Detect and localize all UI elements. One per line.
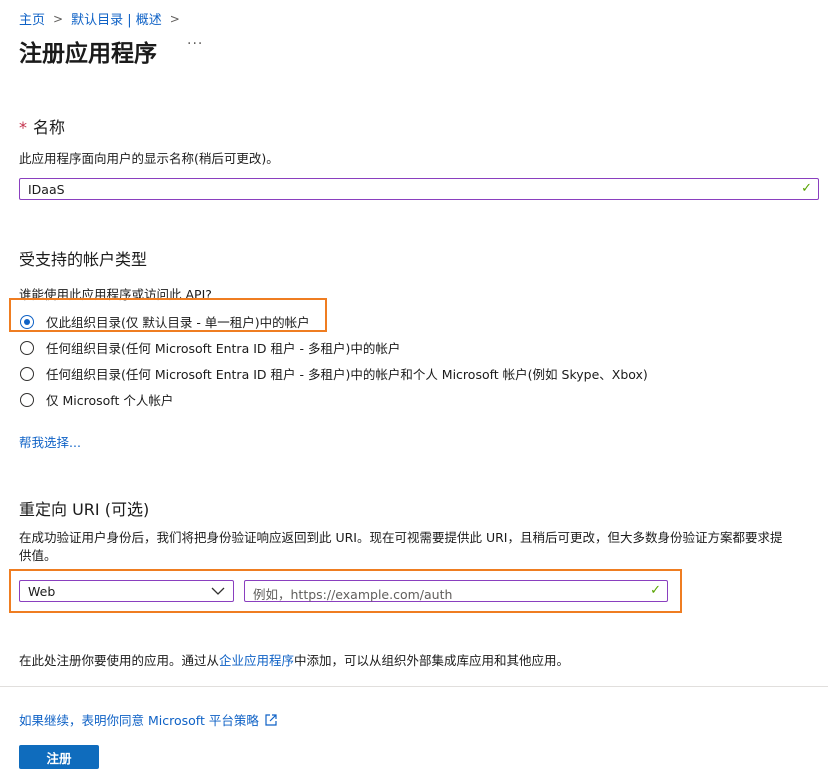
radio-label: 仅此组织目录(仅 默认目录 - 单一租户)中的帐户 (46, 315, 310, 330)
help-me-choose-link[interactable]: 帮我选择... (19, 432, 81, 451)
radio-label: 任何组织目录(任何 Microsoft Entra ID 租户 - 多租户)中的… (46, 367, 648, 382)
radio-option-multi-tenant[interactable]: 任何组织目录(任何 Microsoft Entra ID 租户 - 多租户)中的… (20, 338, 400, 357)
divider (0, 686, 828, 687)
enterprise-apps-link[interactable]: 企业应用程序 (219, 653, 294, 668)
checkmark-icon: ✓ (650, 583, 661, 598)
redirect-uri-heading: 重定向 URI (可选) (19, 500, 150, 519)
register-button[interactable]: 注册 (19, 745, 99, 769)
radio-option-personal-only[interactable]: 仅 Microsoft 个人帐户 (20, 390, 173, 409)
name-input-value: IDaaS (28, 182, 65, 197)
chevron-right-icon: > (169, 11, 180, 26)
radio-option-multi-tenant-personal[interactable]: 任何组织目录(任何 Microsoft Entra ID 租户 - 多租户)中的… (20, 364, 648, 383)
redirect-uri-placeholder: 例如，https://example.com/auth (253, 587, 453, 602)
chevron-right-icon: > (53, 11, 64, 26)
radio-button[interactable] (20, 392, 34, 407)
radio-label: 仅 Microsoft 个人帐户 (46, 393, 174, 408)
more-options-button[interactable]: ··· (187, 36, 203, 52)
radio-button[interactable] (20, 366, 34, 381)
name-input[interactable]: IDaaS ✓ (19, 178, 819, 200)
chevron-down-icon (211, 587, 225, 595)
radio-button[interactable] (20, 340, 34, 355)
account-types-heading: 受支持的帐户类型 (19, 250, 148, 269)
breadcrumb-directory-link[interactable]: 默认目录 | 概述 (71, 9, 162, 28)
breadcrumb: 主页 > 默认目录 | 概述 > (19, 9, 188, 29)
policy-link-row: 如果继续，表明你同意 Microsoft 平台策略 (19, 710, 278, 729)
radio-button-checked[interactable] (20, 314, 34, 329)
redirect-uri-description: 在成功验证用户身份后，我们将把身份验证响应返回到此 URI。现在可视需要提供此 … (19, 529, 819, 565)
name-heading: * 名称 (19, 114, 65, 138)
platform-select-value: Web (28, 584, 56, 599)
platform-select[interactable]: Web (19, 580, 234, 602)
radio-option-single-tenant[interactable]: 仅此组织目录(仅 默认目录 - 单一租户)中的帐户 (20, 312, 310, 331)
redirect-uri-input[interactable]: 例如，https://example.com/auth ✓ (244, 580, 668, 602)
external-link-icon[interactable] (264, 713, 278, 727)
name-description: 此应用程序面向用户的显示名称(稍后可更改)。 (19, 151, 279, 166)
redirect-description-line2: 供值。 (19, 548, 57, 563)
radio-label: 任何组织目录(任何 Microsoft Entra ID 租户 - 多租户)中的… (46, 341, 401, 356)
register-note: 在此处注册你要使用的应用。通过从企业应用程序中添加，可以从组织外部集成库应用和其… (19, 650, 569, 669)
required-mark: * (19, 118, 27, 137)
name-heading-label: 名称 (33, 118, 66, 137)
checkmark-icon: ✓ (801, 181, 812, 196)
page-title: 注册应用程序 (19, 41, 157, 67)
register-note-prefix: 在此处注册你要使用的应用。通过从 (19, 653, 220, 668)
register-note-suffix: 中添加，可以从组织外部集成库应用和其他应用。 (294, 653, 570, 668)
redirect-description-line1: 在成功验证用户身份后，我们将把身份验证响应返回到此 URI。现在可视需要提供此 … (19, 530, 783, 545)
platform-policy-link[interactable]: 如果继续，表明你同意 Microsoft 平台策略 (19, 710, 259, 729)
breadcrumb-home-link[interactable]: 主页 (19, 9, 45, 28)
